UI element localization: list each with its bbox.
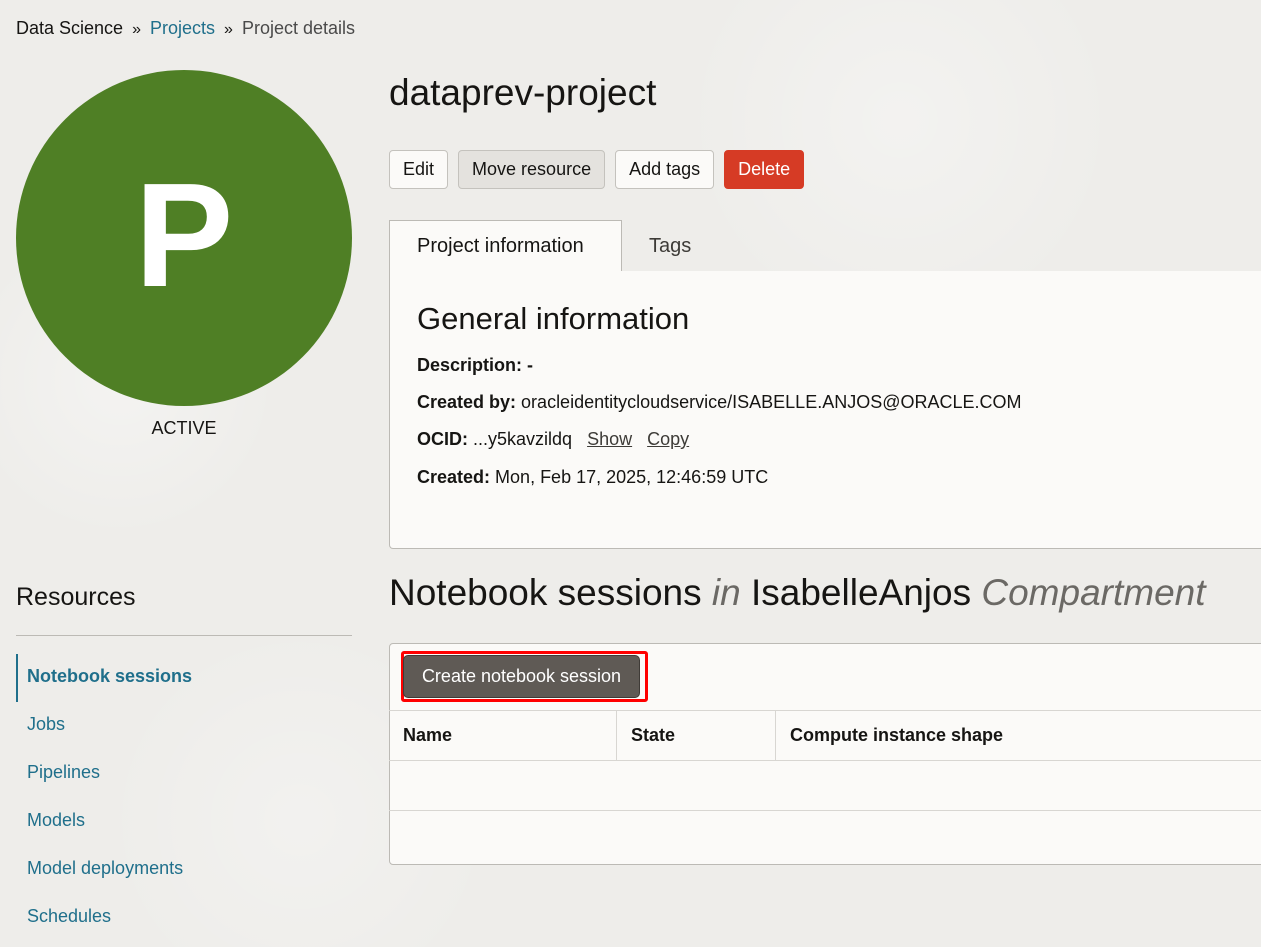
move-resource-button[interactable]: Move resource <box>458 150 606 189</box>
resource-item-model-deployments[interactable]: Model deployments <box>27 858 183 879</box>
created-label: Created: <box>417 467 491 487</box>
status-text: ACTIVE <box>151 418 217 438</box>
notebook-sessions-title: Notebook sessions in IsabelleAnjos Compa… <box>389 572 1206 614</box>
project-avatar: P <box>16 70 352 406</box>
notebook-title-in: in <box>711 572 741 613</box>
table-row <box>389 811 1261 861</box>
table-row <box>389 761 1261 811</box>
delete-button[interactable]: Delete <box>724 150 805 189</box>
general-information-panel: General information Description: - Creat… <box>389 271 1261 549</box>
breadcrumb-root: Data Science <box>16 18 124 38</box>
description-row: Description: - <box>417 355 533 376</box>
ocid-value: ...y5kavzildq <box>473 429 573 449</box>
breadcrumb-current: Project details <box>241 18 356 38</box>
created-by-row: Created by: oracleidentitycloudservice/I… <box>417 392 1022 413</box>
created-row: Created: Mon, Feb 17, 2025, 12:46:59 UTC <box>417 467 768 488</box>
general-information-heading: General information <box>417 301 690 336</box>
notebook-title-main: Notebook sessions <box>389 572 702 613</box>
column-header-compute-shape[interactable]: Compute instance shape <box>776 711 1261 760</box>
resource-item-notebook-sessions[interactable]: Notebook sessions <box>27 666 192 687</box>
resource-item-pipelines[interactable]: Pipelines <box>27 762 100 783</box>
avatar-letter: P <box>134 153 234 318</box>
notebook-table-header: Name State Compute instance shape <box>389 710 1261 761</box>
resource-item-jobs[interactable]: Jobs <box>27 714 65 735</box>
create-notebook-session-button[interactable]: Create notebook session <box>404 656 639 697</box>
tab-bar: Project information Tags <box>389 220 1261 273</box>
ocid-label: OCID: <box>417 429 468 449</box>
description-value: - <box>527 355 534 375</box>
resources-title: Resources <box>16 583 136 611</box>
resource-item-models[interactable]: Models <box>27 810 85 831</box>
column-header-name[interactable]: Name <box>389 711 617 760</box>
ocid-row: OCID: ...y5kavzildq Show Copy <box>417 429 689 450</box>
resource-item-schedules[interactable]: Schedules <box>27 906 111 927</box>
created-by-label: Created by: <box>417 392 517 412</box>
active-item-indicator <box>16 654 18 702</box>
breadcrumb-separator: » <box>224 21 233 38</box>
ocid-copy-link[interactable]: Copy <box>647 429 689 449</box>
compartment-word: Compartment <box>981 572 1206 613</box>
edit-button[interactable]: Edit <box>389 150 449 189</box>
column-header-state[interactable]: State <box>617 711 776 760</box>
breadcrumb: Data Science » Projects » Project detail… <box>16 18 355 39</box>
created-value: Mon, Feb 17, 2025, 12:46:59 UTC <box>495 467 769 487</box>
page-title: dataprev-project <box>389 72 657 113</box>
tab-tags[interactable]: Tags <box>622 220 718 272</box>
add-tags-button[interactable]: Add tags <box>615 150 715 189</box>
compartment-name: IsabelleAnjos <box>751 572 972 613</box>
resources-divider <box>16 635 352 636</box>
tab-project-information[interactable]: Project information <box>389 220 622 272</box>
created-by-value: oracleidentitycloudservice/ISABELLE.ANJO… <box>521 392 1022 412</box>
ocid-show-link[interactable]: Show <box>587 429 632 449</box>
breadcrumb-separator: » <box>132 21 141 38</box>
action-bar: Edit Move resource Add tags Delete <box>389 150 805 189</box>
description-label: Description: <box>417 355 523 375</box>
breadcrumb-projects-link[interactable]: Projects <box>150 18 215 38</box>
